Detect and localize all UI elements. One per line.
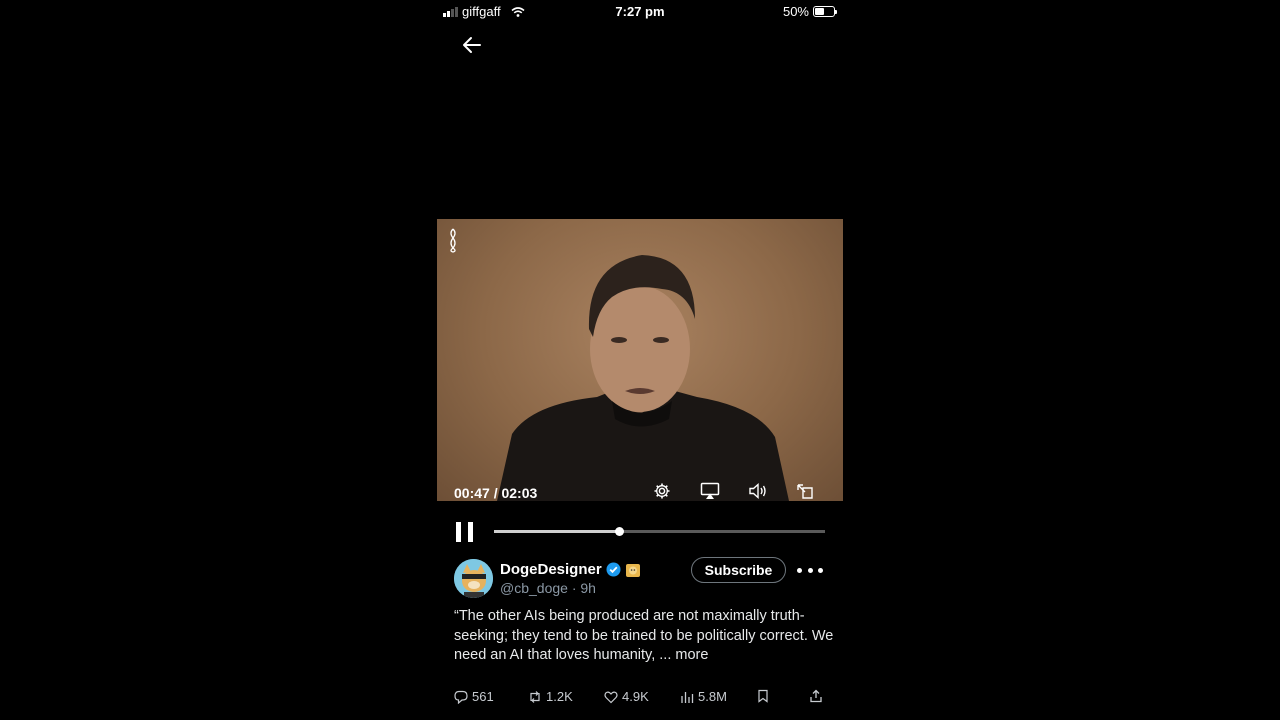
more-options-icon[interactable] xyxy=(797,562,823,578)
verified-badge-icon xyxy=(606,562,621,577)
time-separator: / xyxy=(489,485,502,501)
status-bar: giffgaff 7:27 pm 50% xyxy=(437,0,843,24)
reply-button[interactable]: 561 xyxy=(454,689,494,704)
views-button[interactable]: 5.8M xyxy=(680,689,727,704)
scrubber-played xyxy=(494,530,620,533)
author-meta: @cb_doge · 9h xyxy=(500,580,641,596)
watermark-icon xyxy=(450,228,456,253)
repost-button[interactable]: 1.2K xyxy=(528,689,573,704)
repost-icon xyxy=(530,690,540,703)
settings-icon[interactable] xyxy=(650,481,674,501)
repost-count: 1.2K xyxy=(546,689,573,704)
like-count: 4.9K xyxy=(622,689,649,704)
volume-icon[interactable] xyxy=(746,481,770,501)
status-right: 50% xyxy=(782,4,837,19)
post-time: 9h xyxy=(580,580,596,596)
back-arrow-icon[interactable] xyxy=(461,34,483,56)
current-time: 00:47 xyxy=(454,485,490,501)
post-actions: 561 1.2K 4.9K 5.8M xyxy=(454,689,826,709)
view-count: 5.8M xyxy=(698,689,727,704)
share-icon xyxy=(810,689,822,703)
avatar[interactable] xyxy=(454,559,493,598)
duration: 02:03 xyxy=(501,485,538,501)
author-info: DogeDesigner @cb_doge · 9h xyxy=(500,561,641,596)
video-frame-person xyxy=(497,255,789,501)
video-scrubber[interactable] xyxy=(494,527,825,536)
scrubber-knob[interactable] xyxy=(615,527,625,536)
show-more-link[interactable]: more xyxy=(675,647,708,663)
post-text: “The other AIs being produced are not ma… xyxy=(454,607,834,666)
share-button[interactable] xyxy=(809,689,823,703)
reply-icon xyxy=(454,690,468,704)
post-body: “The other AIs being produced are not ma… xyxy=(454,608,834,663)
affiliate-badge-icon xyxy=(625,563,640,577)
video-player[interactable]: 00:47 / 02:03 xyxy=(437,219,843,501)
fullscreen-icon[interactable] xyxy=(793,481,817,501)
bookmark-icon xyxy=(758,689,768,703)
airplay-icon[interactable] xyxy=(698,481,722,501)
battery-percent: 50% xyxy=(782,4,809,19)
views-icon xyxy=(681,691,694,703)
battery-icon xyxy=(813,6,837,17)
meta-dot: · xyxy=(567,580,581,596)
heart-icon xyxy=(604,691,618,703)
author-name[interactable]: DogeDesigner xyxy=(500,561,602,578)
video-timecode: 00:47 / 02:03 xyxy=(454,485,537,501)
author-name-row: DogeDesigner xyxy=(500,561,641,578)
like-button[interactable]: 4.9K xyxy=(604,689,649,704)
bookmark-button[interactable] xyxy=(756,689,770,703)
pause-button[interactable] xyxy=(456,522,474,542)
subscribe-button[interactable]: Subscribe xyxy=(691,557,786,583)
reply-count: 561 xyxy=(472,689,494,704)
author-handle[interactable]: @cb_doge xyxy=(500,580,568,596)
phone-screen: giffgaff 7:27 pm 50% 00:47 / 02:03 DogeD… xyxy=(437,0,843,720)
